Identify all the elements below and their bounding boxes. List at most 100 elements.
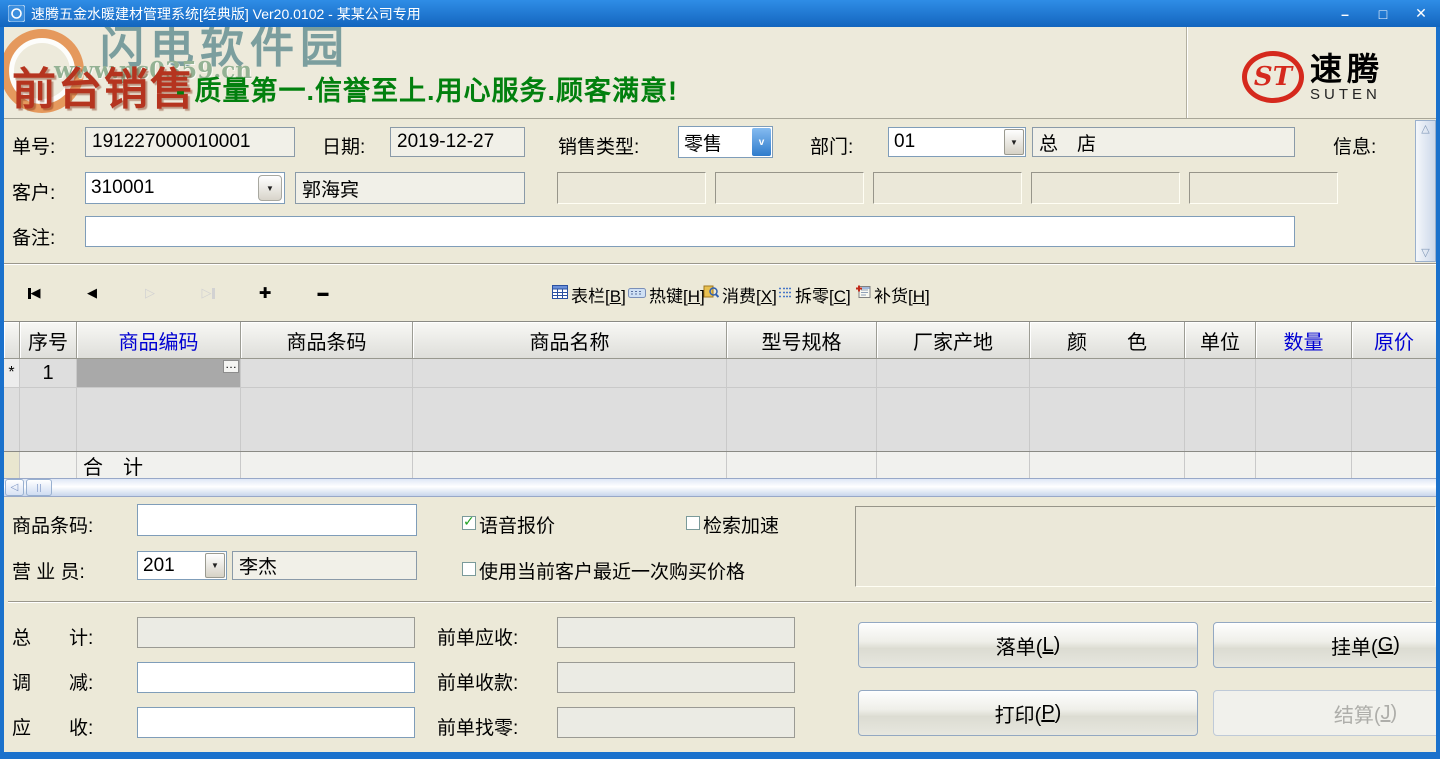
window-edge-right [1436, 27, 1440, 759]
dept-dropdown-icon[interactable]: ▼ [1004, 129, 1024, 155]
app-icon [8, 5, 25, 22]
customer-dropdown-icon[interactable]: ▼ [258, 175, 282, 201]
row-cell[interactable] [1185, 359, 1255, 388]
customer-combo[interactable]: 310001 ▼ [85, 172, 285, 204]
brand-name-cn: 速腾 [1310, 53, 1384, 85]
ellipsis-button[interactable]: … [223, 360, 239, 373]
scrollbar-thumb[interactable] [26, 479, 52, 496]
consume-button[interactable]: 消费[X] [703, 282, 777, 306]
brand-name-en: SUTEN [1310, 87, 1384, 102]
barcode-input[interactable] [137, 504, 417, 536]
restock-note-icon [855, 284, 871, 304]
window-edge-bottom [0, 752, 1440, 759]
col-header-product-code[interactable]: 商品编码 [77, 322, 241, 358]
customer-name-field: 郭海宾 [295, 172, 525, 204]
total-cell [241, 452, 413, 478]
scroll-down-icon[interactable]: ▽ [1421, 245, 1429, 261]
nav-delete-row-button[interactable]: ▬ [308, 282, 338, 304]
col-header-product-name[interactable]: 商品名称 [413, 322, 727, 358]
sale-type-dropdown-icon[interactable]: v [752, 128, 771, 156]
adjust-input[interactable] [137, 662, 415, 693]
info-box-1 [557, 172, 706, 204]
search-accel-label[interactable]: 检索加速 [703, 511, 779, 538]
place-order-button[interactable]: 落单(L) [858, 622, 1198, 668]
order-no-field[interactable]: 191227000010001 [85, 127, 295, 157]
table-horizontal-scrollbar[interactable]: ◁ [4, 478, 1436, 497]
total-indicator-cell [4, 452, 20, 478]
nav-add-row-button[interactable]: ✚ [250, 282, 280, 304]
row-cell[interactable] [1352, 359, 1436, 388]
window-edge-left [0, 27, 4, 759]
row-cell[interactable] [877, 359, 1029, 388]
print-button[interactable]: 打印(P) [858, 690, 1198, 736]
grand-total-label: 总 计: [12, 623, 93, 650]
salesman-dropdown-icon[interactable]: ▼ [205, 553, 225, 578]
row-cell[interactable] [1256, 359, 1351, 388]
selected-product-code-cell[interactable]: … [77, 359, 240, 388]
total-cell [413, 452, 727, 478]
col-header-manufacturer[interactable]: 厂家产地 [877, 322, 1030, 358]
info-box-5 [1189, 172, 1338, 204]
total-cell [1185, 452, 1256, 478]
dept-combo[interactable]: 01 ▼ [888, 127, 1026, 157]
nav-prev-button[interactable]: ◀ [77, 282, 107, 304]
due-input[interactable] [137, 707, 415, 738]
maximize-icon[interactable]: □ [1374, 6, 1392, 22]
total-label: 合 计 [77, 452, 241, 478]
scroll-up-icon[interactable]: △ [1421, 121, 1429, 137]
customer-code-value: 310001 [86, 173, 256, 203]
minimize-icon[interactable]: – [1336, 6, 1354, 22]
sale-type-label: 销售类型: [558, 132, 639, 159]
salesman-combo[interactable]: 201 ▼ [137, 551, 227, 580]
col-header-barcode[interactable]: 商品条码 [241, 322, 413, 358]
salesman-name-field: 李杰 [232, 551, 417, 580]
row-cell[interactable] [1030, 359, 1184, 388]
hold-order-button[interactable]: 挂单(G) [1213, 622, 1440, 668]
total-cell [20, 452, 77, 478]
divider-form-toolbar [4, 263, 1436, 265]
split-button[interactable]: 拆零[C] [778, 282, 851, 306]
sale-type-combo[interactable]: 零售 v [678, 126, 773, 158]
hotkeys-button[interactable]: 热键[H] [628, 282, 705, 306]
app-window: 速腾五金水暖建材管理系统[经典版] Ver20.0102 - 某某公司专用 – … [0, 0, 1440, 759]
search-accel-checkbox[interactable] [686, 516, 700, 530]
nav-next-button[interactable]: ▷ [135, 282, 165, 304]
col-header-qty[interactable]: 数量 [1256, 322, 1352, 358]
row-seq-cell[interactable]: 1 [20, 359, 76, 388]
close-icon[interactable]: ✕ [1412, 5, 1430, 22]
due-label: 应 收: [12, 713, 93, 740]
prev-paid-label: 前单收款: [437, 668, 518, 695]
col-header-price[interactable]: 原价 [1352, 322, 1436, 358]
col-header-spec[interactable]: 型号规格 [727, 322, 877, 358]
nav-last-icon: ▷ [202, 285, 212, 301]
col-header-seq[interactable]: 序号 [20, 322, 77, 358]
restock-button[interactable]: 补货[H] [855, 282, 930, 306]
customer-label: 客户: [12, 178, 55, 205]
row-cell[interactable] [727, 359, 876, 388]
nav-first-button[interactable]: ◀ [19, 282, 49, 304]
order-no-label: 单号: [12, 132, 55, 159]
date-field[interactable]: 2019-12-27 [390, 127, 525, 157]
table-grid-icon [552, 284, 568, 304]
columns-button[interactable]: 表栏[B] [552, 282, 626, 306]
row-cell[interactable] [241, 359, 412, 388]
last-price-checkbox[interactable] [462, 562, 476, 576]
split-list-icon [778, 284, 792, 304]
barcode-label: 商品条码: [12, 511, 93, 538]
row-cell[interactable] [413, 359, 726, 388]
settle-button: 结算(J) [1213, 690, 1440, 736]
col-header-color[interactable]: 颜 色 [1030, 322, 1185, 358]
dept-name-field: 总 店 [1032, 127, 1295, 157]
scroll-left-icon[interactable]: ◁ [5, 479, 24, 496]
info-scrollbar[interactable]: △ ▽ [1415, 120, 1436, 262]
prev-due-field [557, 617, 795, 648]
col-header-unit[interactable]: 单位 [1185, 322, 1256, 358]
nav-last-button[interactable]: ▷ [193, 282, 223, 304]
header-divider [1186, 27, 1187, 118]
total-cell [1030, 452, 1185, 478]
voice-quote-checkbox[interactable] [462, 516, 476, 530]
remark-input[interactable] [85, 216, 1295, 247]
adjust-label: 调 减: [12, 668, 93, 695]
last-price-label[interactable]: 使用当前客户最近一次购买价格 [479, 557, 745, 584]
voice-quote-label[interactable]: 语音报价 [479, 511, 555, 538]
